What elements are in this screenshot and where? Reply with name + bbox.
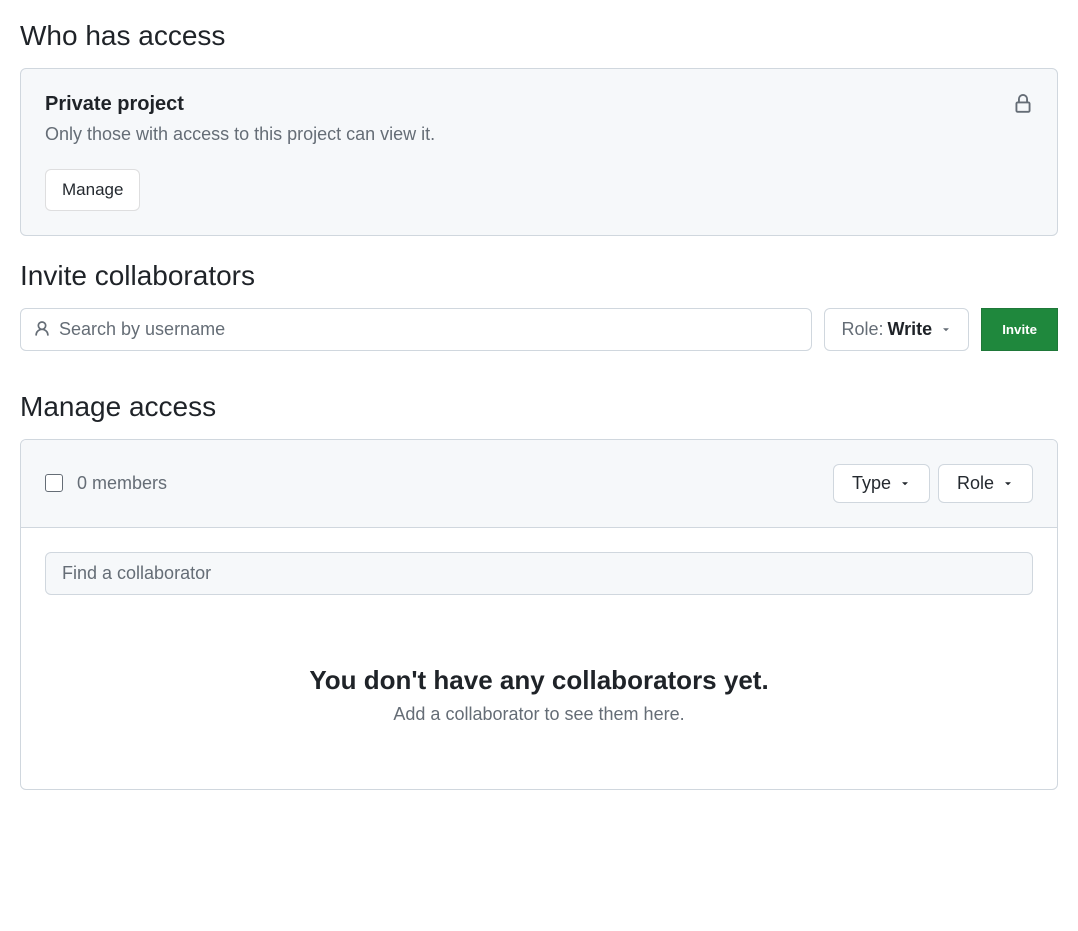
- caret-down-icon: [1002, 477, 1014, 489]
- invite-button[interactable]: Invite: [981, 308, 1058, 351]
- who-has-access-heading: Who has access: [20, 20, 1058, 52]
- caret-down-icon: [899, 477, 911, 489]
- empty-state: You don't have any collaborators yet. Ad…: [45, 595, 1033, 765]
- select-all-checkbox[interactable]: [45, 474, 63, 492]
- invite-collaborators-heading: Invite collaborators: [20, 260, 1058, 292]
- type-filter-label: Type: [852, 473, 891, 494]
- role-filter-button[interactable]: Role: [938, 464, 1033, 503]
- type-filter-button[interactable]: Type: [833, 464, 930, 503]
- invite-row: Role: Write Invite: [20, 308, 1058, 351]
- manage-header-left: 0 members: [45, 473, 167, 494]
- access-card: Private project Only those with access t…: [20, 68, 1058, 236]
- manage-access-panel: 0 members Type Role You don't have any c…: [20, 439, 1058, 790]
- empty-state-title: You don't have any collaborators yet.: [65, 665, 1013, 696]
- search-input-wrap: [20, 308, 812, 351]
- empty-state-description: Add a collaborator to see them here.: [65, 704, 1013, 725]
- role-select-button[interactable]: Role: Write: [824, 308, 969, 351]
- member-count: 0 members: [77, 473, 167, 494]
- find-collaborator-input[interactable]: [45, 552, 1033, 595]
- lock-icon: [1013, 93, 1033, 115]
- person-icon: [33, 320, 51, 338]
- caret-down-icon: [940, 323, 952, 335]
- manage-access-header: 0 members Type Role: [21, 440, 1057, 528]
- manage-access-heading: Manage access: [20, 391, 1058, 423]
- role-value: Write: [888, 319, 933, 340]
- role-filter-label: Role: [957, 473, 994, 494]
- search-username-input[interactable]: [51, 309, 799, 350]
- manage-access-body: You don't have any collaborators yet. Ad…: [21, 528, 1057, 789]
- access-card-title: Private project: [45, 93, 1033, 116]
- manage-header-right: Type Role: [833, 464, 1033, 503]
- manage-visibility-button[interactable]: Manage: [45, 169, 140, 211]
- role-label: Role:: [841, 319, 883, 340]
- access-card-description: Only those with access to this project c…: [45, 124, 1033, 145]
